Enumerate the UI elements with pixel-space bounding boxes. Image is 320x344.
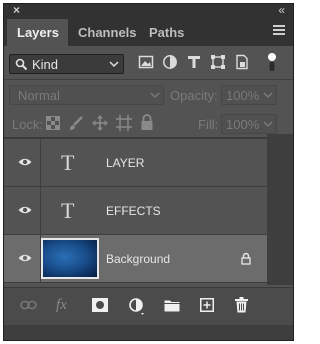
lock-transparent-icon[interactable] <box>46 116 60 130</box>
layer-thumbnail <box>41 238 99 279</box>
tab-paths[interactable]: Paths <box>139 19 189 46</box>
tab-channels[interactable]: Channels <box>68 19 139 46</box>
eye-icon[interactable] <box>18 157 32 167</box>
layer-name: Background <box>106 252 171 266</box>
adjustment-layer-icon[interactable] <box>128 298 146 316</box>
panel-menu-icon[interactable] <box>273 25 285 37</box>
tab-label: Layers <box>17 25 59 40</box>
layer-row[interactable]: T LAYER <box>4 139 267 187</box>
tab-layers[interactable]: Layers <box>7 19 68 46</box>
add-mask-icon[interactable] <box>92 298 108 312</box>
chevron-down-icon <box>263 121 273 128</box>
adjustment-filter-icon[interactable] <box>162 54 178 70</box>
kind-filter-select[interactable]: Kind <box>9 54 124 74</box>
tab-bar: Layers Channels Paths <box>4 19 293 46</box>
text-layer-icon: T <box>61 150 75 175</box>
lock-icon <box>241 252 251 265</box>
panel-footer <box>4 325 293 340</box>
blend-mode-label: Normal <box>18 88 60 103</box>
blend-mode-select[interactable]: Normal <box>9 85 164 105</box>
new-layer-icon[interactable] <box>200 298 214 312</box>
folder-icon[interactable] <box>164 299 180 312</box>
tab-label: Channels <box>78 25 137 40</box>
type-filter-icon[interactable] <box>186 54 202 70</box>
text-layer-icon: T <box>61 198 75 223</box>
bottom-toolbar: fx <box>4 287 293 325</box>
lock-label: Lock: <box>12 117 44 132</box>
chevron-down-icon <box>150 92 160 99</box>
layers-scrollbar[interactable] <box>267 134 293 285</box>
trash-icon[interactable] <box>235 297 248 313</box>
lock-all-icon[interactable] <box>140 114 154 131</box>
opacity-label: Opacity: <box>170 88 218 103</box>
fill-label: Fill: <box>198 117 219 132</box>
lock-artboard-icon[interactable] <box>116 115 132 131</box>
close-icon[interactable]: × <box>13 3 20 17</box>
smart-object-filter-icon[interactable] <box>234 54 250 70</box>
lock-image-icon[interactable] <box>68 115 84 131</box>
chevron-down-icon <box>109 61 119 68</box>
divider <box>40 139 41 186</box>
kind-label: Kind <box>32 57 59 72</box>
collapse-icon[interactable]: « <box>278 3 285 17</box>
tab-label: Paths <box>149 25 185 40</box>
fill-value: 100% <box>226 117 260 132</box>
divider <box>40 187 41 234</box>
image-filter-icon[interactable] <box>138 54 154 70</box>
filter-row: Kind <box>4 49 293 79</box>
link-layers-icon[interactable] <box>20 300 37 310</box>
opacity-field[interactable]: 100% <box>221 85 277 105</box>
blend-row: Normal Opacity: 100% <box>4 80 293 108</box>
lock-position-icon[interactable] <box>92 115 108 131</box>
panel-top-strip: × « <box>4 3 293 19</box>
search-icon <box>15 58 28 71</box>
opacity-value: 100% <box>226 88 260 103</box>
fill-field[interactable]: 100% <box>221 114 277 134</box>
lock-row: Lock: Fill: 100% <box>4 109 293 137</box>
layer-name: LAYER <box>106 156 145 170</box>
shape-filter-icon[interactable] <box>210 54 226 70</box>
filter-toggle-icon[interactable] <box>266 52 278 72</box>
eye-icon[interactable] <box>18 253 32 263</box>
chevron-down-icon <box>263 92 273 99</box>
layer-row[interactable]: T EFFECTS <box>4 187 267 235</box>
layers-panel: × « Layers Channels Paths Kind Normal Op… <box>3 3 294 341</box>
fx-icon[interactable]: fx <box>56 297 67 314</box>
layer-name: EFFECTS <box>106 204 161 218</box>
eye-icon[interactable] <box>18 205 32 215</box>
layer-row-selected[interactable]: Background <box>4 235 267 283</box>
